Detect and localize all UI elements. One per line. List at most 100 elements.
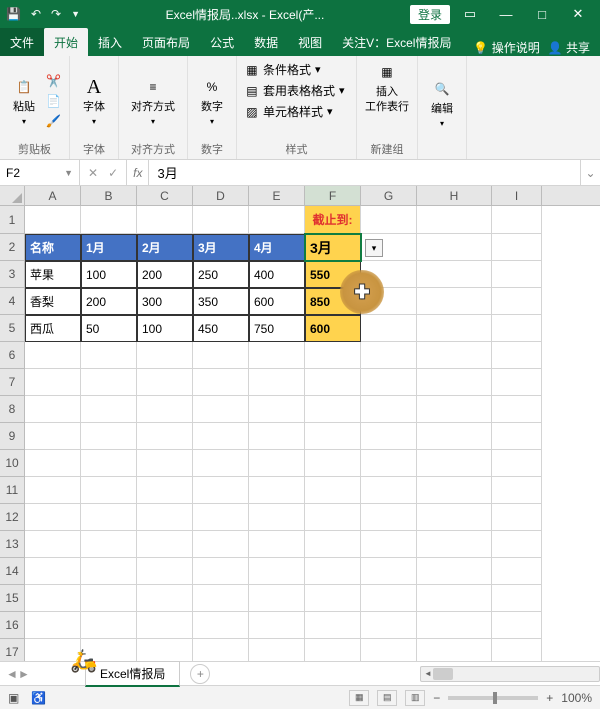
cell[interactable] (492, 477, 542, 504)
sheet-tab[interactable]: Excel情报局 (85, 661, 180, 687)
tab-layout[interactable]: 页面布局 (132, 28, 200, 56)
cell[interactable] (25, 612, 81, 639)
cell[interactable] (193, 423, 249, 450)
zoom-out-icon[interactable]: − (433, 691, 440, 705)
horizontal-scrollbar[interactable] (420, 666, 600, 682)
cell[interactable] (417, 261, 492, 288)
cell[interactable]: 100 (81, 261, 137, 288)
column-header[interactable]: G (361, 186, 417, 205)
row-header[interactable]: 8 (0, 396, 25, 423)
cell[interactable] (417, 477, 492, 504)
minimize-icon[interactable]: — (490, 7, 522, 22)
cell[interactable]: 西瓜 (25, 315, 81, 342)
cell[interactable] (81, 531, 137, 558)
redo-icon[interactable]: ↷ (51, 7, 61, 21)
cell[interactable] (305, 369, 361, 396)
cell[interactable] (249, 558, 305, 585)
cell[interactable] (81, 342, 137, 369)
page-break-view-icon[interactable]: ▥ (405, 690, 425, 706)
cell[interactable] (137, 477, 193, 504)
number-button[interactable]: % 数字 ▾ (196, 73, 228, 127)
conditional-format-button[interactable]: ▦条件格式 ▾ (245, 60, 321, 79)
cell[interactable] (25, 585, 81, 612)
fx-icon[interactable]: fx (127, 160, 149, 185)
formula-input[interactable] (149, 160, 580, 185)
cell[interactable] (81, 585, 137, 612)
cell[interactable]: 600 (305, 315, 361, 342)
cell[interactable] (25, 206, 81, 234)
cell[interactable]: 350 (193, 288, 249, 315)
cell[interactable] (417, 206, 492, 234)
cell[interactable] (249, 639, 305, 661)
tab-follow[interactable]: 关注V：Excel情报局 (332, 28, 461, 56)
cell[interactable] (361, 206, 417, 234)
cell[interactable] (193, 612, 249, 639)
cell[interactable] (137, 342, 193, 369)
format-painter-icon[interactable]: 🖌️ (46, 114, 61, 128)
cell[interactable] (249, 423, 305, 450)
font-button[interactable]: A 字体 ▾ (78, 73, 110, 127)
login-button[interactable]: 登录 (410, 5, 450, 24)
cell[interactable] (361, 423, 417, 450)
tab-formula[interactable]: 公式 (200, 28, 244, 56)
name-box-dropdown-icon[interactable]: ▼ (64, 168, 73, 178)
cell[interactable] (361, 558, 417, 585)
row-header[interactable]: 9 (0, 423, 25, 450)
cell-styles-button[interactable]: ▨单元格样式 ▾ (245, 102, 333, 121)
cell[interactable] (81, 396, 137, 423)
cell[interactable] (361, 585, 417, 612)
cell[interactable] (25, 477, 81, 504)
name-box[interactable]: ▼ (0, 160, 80, 185)
row-header[interactable]: 14 (0, 558, 25, 585)
cell[interactable] (137, 585, 193, 612)
cell[interactable] (25, 450, 81, 477)
cell[interactable] (417, 396, 492, 423)
cell[interactable] (249, 585, 305, 612)
cell[interactable] (305, 558, 361, 585)
cell[interactable] (492, 342, 542, 369)
cell[interactable] (361, 477, 417, 504)
cancel-formula-icon[interactable]: ✕ (88, 166, 98, 180)
cell[interactable] (249, 369, 305, 396)
cell[interactable] (492, 450, 542, 477)
cell[interactable] (193, 585, 249, 612)
cell[interactable] (417, 342, 492, 369)
cell[interactable] (193, 450, 249, 477)
cell[interactable] (137, 639, 193, 661)
cell[interactable]: 200 (81, 288, 137, 315)
tab-file[interactable]: 文件 (0, 28, 44, 56)
column-header[interactable]: H (417, 186, 492, 205)
cell[interactable]: 850 (305, 288, 361, 315)
cell[interactable] (249, 477, 305, 504)
cell[interactable] (81, 369, 137, 396)
cell[interactable] (305, 585, 361, 612)
cell[interactable] (249, 342, 305, 369)
row-header[interactable]: 10 (0, 450, 25, 477)
cell[interactable] (193, 477, 249, 504)
cell[interactable] (81, 558, 137, 585)
cell[interactable] (193, 369, 249, 396)
maximize-icon[interactable]: □ (526, 7, 558, 22)
cell[interactable] (249, 612, 305, 639)
worksheet-grid[interactable]: Excel 局 ABCDEFGHI 1234567891011121314151… (0, 186, 600, 661)
cell[interactable] (492, 504, 542, 531)
column-header[interactable]: E (249, 186, 305, 205)
cell[interactable] (417, 450, 492, 477)
row-header[interactable]: 12 (0, 504, 25, 531)
cell[interactable] (25, 369, 81, 396)
cell[interactable]: 200 (137, 261, 193, 288)
row-header[interactable]: 5 (0, 315, 25, 342)
cell[interactable] (361, 531, 417, 558)
column-header[interactable]: C (137, 186, 193, 205)
cell[interactable] (492, 315, 542, 342)
column-header[interactable]: F (305, 186, 361, 205)
cell[interactable] (417, 612, 492, 639)
cell[interactable] (137, 612, 193, 639)
cell[interactable] (361, 369, 417, 396)
expand-formula-bar-icon[interactable]: ⌄ (580, 160, 600, 185)
cell[interactable]: 2月 (137, 234, 193, 261)
align-button[interactable]: ≡ 对齐方式 ▾ (127, 73, 179, 127)
column-header[interactable]: D (193, 186, 249, 205)
tell-me[interactable]: 💡 操作说明 (473, 39, 539, 56)
row-header[interactable]: 15 (0, 585, 25, 612)
